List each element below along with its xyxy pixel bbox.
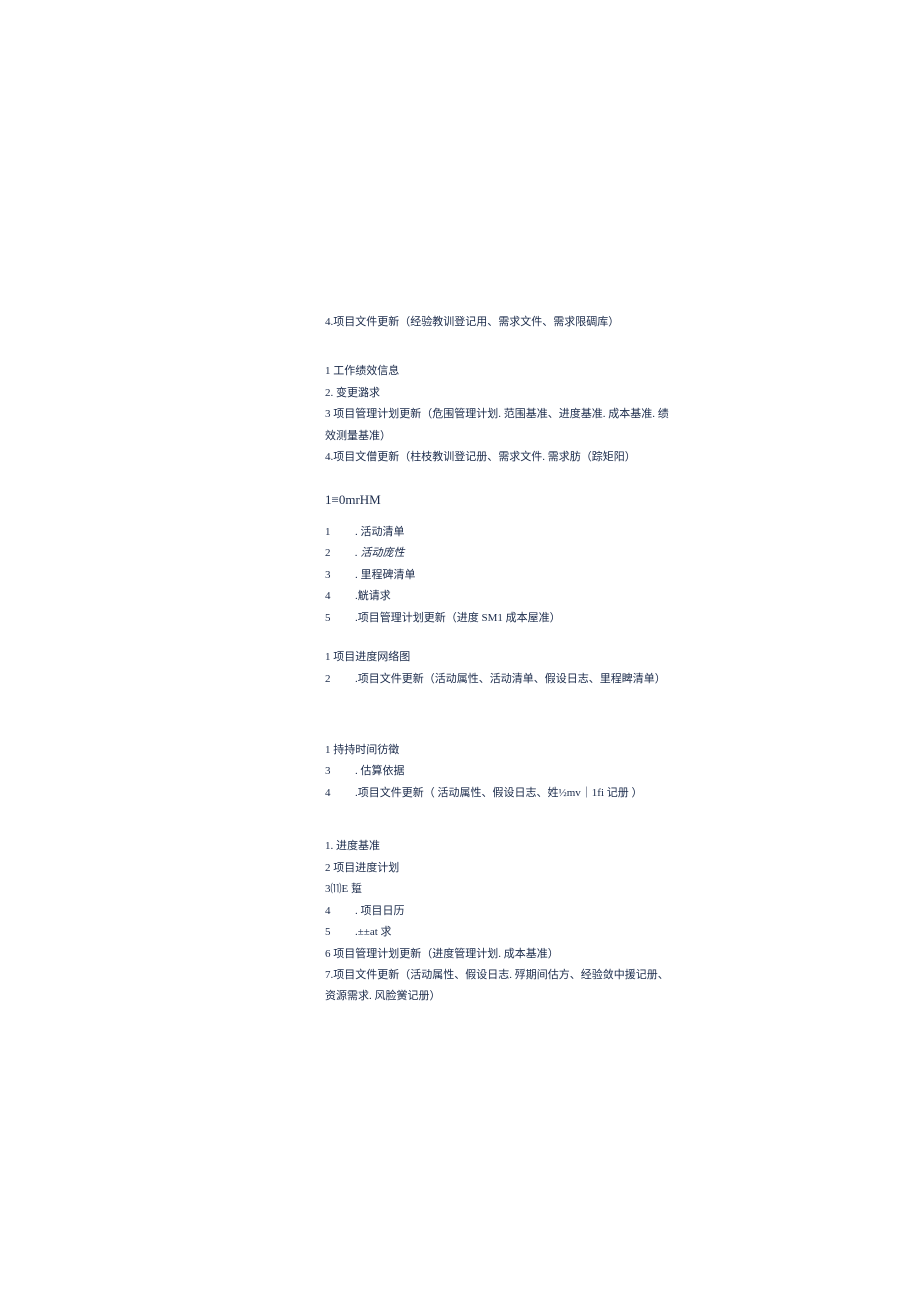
text-line: 5 .项目管理计划更新（进度 SM1 成本屋准）	[325, 608, 920, 629]
item-text: .觥请求	[355, 590, 391, 602]
text-line: 1 工作绩效信息	[325, 361, 920, 382]
text-line: 4 .项目文件更新（ 活动属性、假设日志、姓½mv｜1fi 记册 ）	[325, 783, 920, 804]
text-line: 3⑾E 踅	[325, 879, 920, 900]
item-number: 1	[325, 522, 333, 543]
block-5: 1 持持时间彷徵 3 . 估算依据 4 .项目文件更新（ 活动属性、假设日志、姓½m…	[325, 740, 920, 804]
item-number: 4	[325, 783, 333, 804]
block-6: 1. 进度基准 2 项目进度计划 3⑾E 踅 4. 项目日历 5.±±at 求 …	[325, 836, 920, 1008]
text-line: 1 . 活动清单	[325, 522, 920, 543]
item-number: 2	[325, 543, 333, 564]
block-4: 1 项目进度网络图 2 .项目文件更新（活动属性、活动清单、假设日志、里程睥清单）	[325, 647, 920, 690]
section-heading: 1≡0mrHM	[325, 487, 920, 512]
block-2: 1 工作绩效信息 2. 变更潞求 3 项目管理计划更新（危围管理计划. 范围基准…	[325, 361, 920, 468]
text-line: 1. 进度基准	[325, 836, 920, 857]
item-text: .±±at 求	[355, 926, 392, 938]
item-text: . 里程碑清单	[355, 569, 416, 581]
text-line: 2 项目进度计划	[325, 858, 920, 879]
text-line: 2 .项目文件更新（活动属性、活动清单、假设日志、里程睥清单）	[325, 669, 920, 690]
item-text: . 项目日历	[355, 905, 405, 917]
text-line: 2 . 活动庞性	[325, 543, 920, 564]
text-line: 6 项目管理计划更新（进度管理计划. 成本基准）	[325, 944, 920, 965]
text-line: 1 项目进度网络图	[325, 647, 920, 668]
text-line: 5 .±±at 求	[325, 922, 920, 943]
text-line: 3 项目管理计划更新（危围管理计划. 范围基准、进度基准. 成本基准. 绩	[325, 404, 920, 425]
item-number: 5	[325, 608, 333, 629]
text-line: 1 持持时间彷徵	[325, 740, 920, 761]
item-number: 4	[325, 586, 333, 607]
text-line: 7.项目文件更新（活动属性、假设日志. 殍期间估方、经验敛中援记册、	[325, 965, 920, 986]
block-3: 1 . 活动清单 2 . 活动庞性 3 . 里程碑清单 4 .觥请求 5 .项目管理计划更…	[325, 522, 920, 629]
item-text: . 估算依据	[355, 765, 405, 777]
item-number: 2	[325, 669, 333, 690]
item-number: 5	[325, 922, 333, 943]
item-text: . 活动清单	[355, 526, 405, 538]
text-line: 4 . 项目日历	[325, 901, 920, 922]
text-line: 4.项目文僧更新（柱枝教训登记册、需求文件. 需求肪（踪矩阳）	[325, 447, 920, 468]
item-number: 3	[325, 565, 333, 586]
item-text: .项目文件更新（ 活动属性、假设日志、姓½mv｜1fi 记册 ）	[355, 787, 643, 799]
text-line: 效测量基准）	[325, 426, 920, 447]
item-number: 3	[325, 761, 333, 782]
item-number: 4	[325, 901, 333, 922]
item-text: . 活动庞性	[355, 547, 405, 559]
text-line: 4.项目文件更新（经验教训登记用、需求文件、需求限碉库）	[325, 312, 920, 333]
text-line: 4 .觥请求	[325, 586, 920, 607]
text-line: 3 . 里程碑清单	[325, 565, 920, 586]
item-text: .项目管理计划更新（进度 SM1 成本屋准）	[355, 612, 561, 624]
block-1: 4.项目文件更新（经验教训登记用、需求文件、需求限碉库）	[325, 312, 920, 333]
text-line: 资源需求. 风脸黉记册）	[325, 986, 920, 1007]
text-line: 2. 变更潞求	[325, 383, 920, 404]
text-line: 3 . 估算依据	[325, 761, 920, 782]
item-text: .项目文件更新（活动属性、活动清单、假设日志、里程睥清单）	[355, 673, 666, 685]
